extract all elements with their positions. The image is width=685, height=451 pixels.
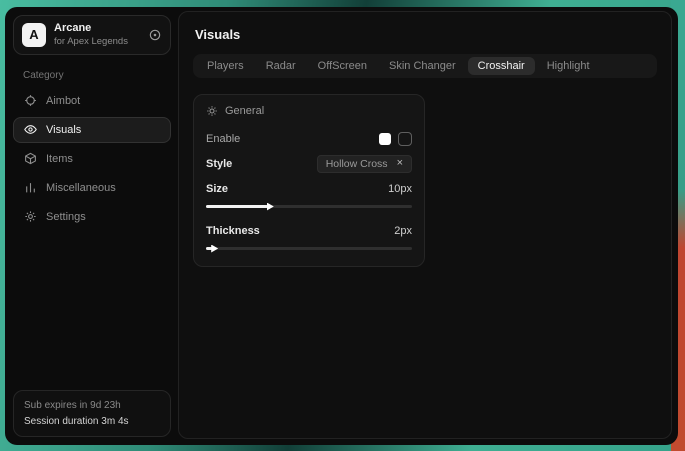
thickness-value: 2px [394, 225, 412, 237]
thickness-label: Thickness [206, 225, 260, 237]
tab-players[interactable]: Players [197, 57, 254, 75]
sidebar-item-label: Aimbot [46, 95, 80, 107]
app-meta: Arcane for Apex Legends [54, 22, 140, 48]
page-title: Visuals [195, 27, 657, 42]
enable-checkbox[interactable] [379, 133, 391, 145]
app-header-card: A Arcane for Apex Legends [13, 15, 171, 55]
size-slider[interactable] [206, 205, 412, 208]
sidebar-item-label: Items [46, 153, 73, 165]
size-slider-fill [206, 205, 268, 208]
enable-label: Enable [206, 133, 240, 145]
sidebar-spacer [13, 233, 171, 390]
target-icon[interactable] [148, 28, 162, 42]
thickness-row: Thickness 2px [206, 220, 412, 241]
tab-skin-changer[interactable]: Skin Changer [379, 57, 466, 75]
sidebar-item-label: Miscellaneous [46, 182, 116, 194]
style-row: Style Hollow Cross × [206, 153, 412, 174]
size-value: 10px [388, 183, 412, 195]
sidebar-item-items[interactable]: Items [13, 146, 171, 172]
tab-offscreen[interactable]: OffScreen [308, 57, 377, 75]
subscription-info-card: Sub expires in 9d 23h Session duration 3… [13, 390, 171, 437]
sidebar-item-label: Settings [46, 211, 86, 223]
size-label: Size [206, 183, 228, 195]
tab-bar: Players Radar OffScreen Skin Changer Cro… [193, 54, 657, 78]
sidebar-item-settings[interactable]: Settings [13, 204, 171, 230]
clear-icon[interactable]: × [397, 158, 403, 169]
gear-icon [24, 210, 37, 223]
app-window: A Arcane for Apex Legends Category Aimbo… [5, 7, 678, 445]
thickness-slider-fill [206, 247, 212, 250]
app-logo: A [22, 23, 46, 47]
size-row: Size 10px [206, 178, 412, 199]
keybind-box[interactable] [398, 132, 412, 146]
tab-highlight[interactable]: Highlight [537, 57, 600, 75]
sidebar-item-visuals[interactable]: Visuals [13, 117, 171, 143]
enable-row: Enable [206, 128, 412, 149]
sidebar: A Arcane for Apex Legends Category Aimbo… [5, 7, 178, 445]
tab-radar[interactable]: Radar [256, 57, 306, 75]
app-subtitle: for Apex Legends [54, 36, 140, 48]
size-slider-thumb[interactable] [267, 203, 274, 211]
style-value: Hollow Cross [326, 158, 388, 170]
general-panel: General Enable Style Hollow Cross × Size… [193, 94, 425, 267]
sidebar-item-aimbot[interactable]: Aimbot [13, 88, 171, 114]
thickness-slider[interactable] [206, 247, 412, 250]
general-panel-header: General [206, 105, 412, 117]
main-panel: Visuals Players Radar OffScreen Skin Cha… [178, 11, 672, 439]
app-name: Arcane [54, 22, 140, 36]
style-select[interactable]: Hollow Cross × [317, 155, 412, 173]
category-label: Category [23, 70, 171, 81]
tab-crosshair[interactable]: Crosshair [468, 57, 535, 75]
sub-expiry-text: Sub expires in 9d 23h [24, 398, 160, 414]
thickness-slider-thumb[interactable] [211, 245, 218, 253]
session-duration-text: Session duration 3m 4s [24, 414, 160, 430]
package-icon [24, 152, 37, 165]
eye-icon [24, 123, 37, 136]
bars-icon [24, 181, 37, 194]
sidebar-item-miscellaneous[interactable]: Miscellaneous [13, 175, 171, 201]
sidebar-item-label: Visuals [46, 124, 81, 136]
sun-gear-icon [206, 105, 218, 117]
general-panel-title: General [225, 105, 264, 117]
enable-controls [379, 132, 412, 146]
sidebar-nav: Aimbot Visuals Items [13, 88, 171, 233]
crosshair-icon [24, 94, 37, 107]
style-label: Style [206, 158, 232, 170]
